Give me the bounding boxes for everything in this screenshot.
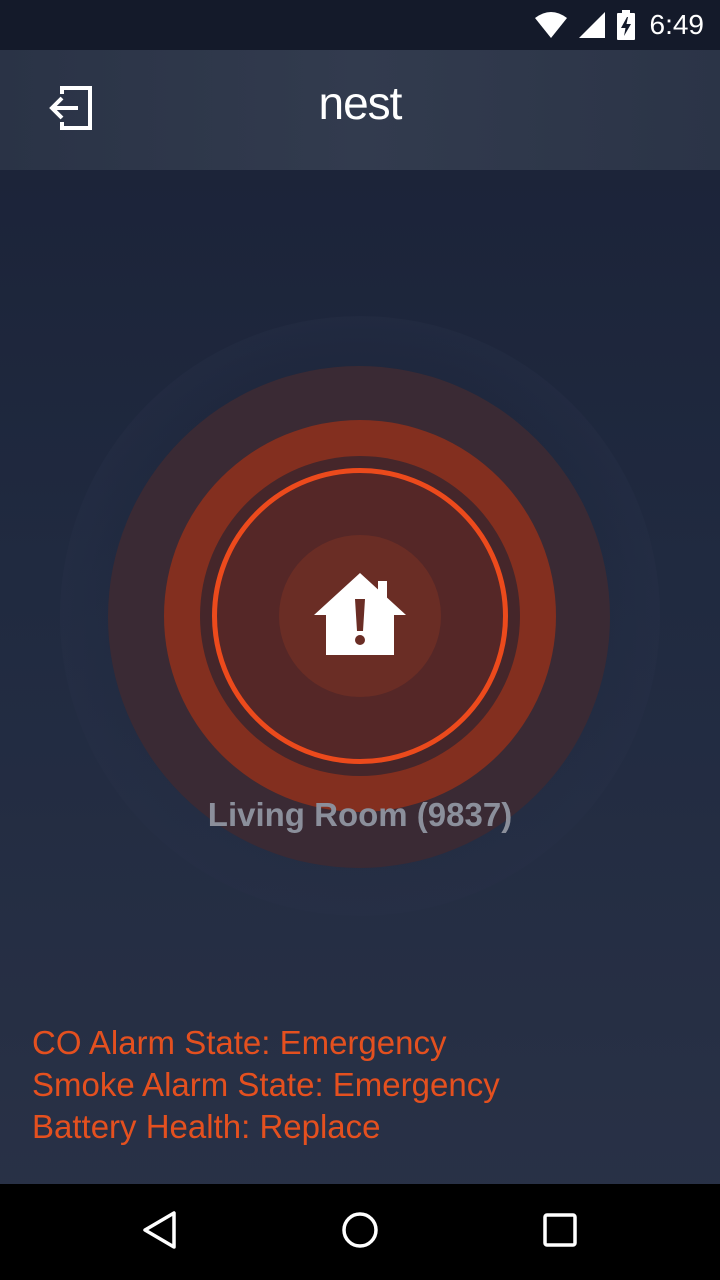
home-icon [340, 1210, 380, 1254]
status-time: 6:49 [649, 9, 705, 40]
house-alert-icon [312, 569, 408, 663]
room-label: Living Room (9837) [207, 796, 513, 833]
alarm-device-button[interactable] [279, 535, 441, 697]
app-bar: nest [0, 50, 720, 170]
battery-health: Battery Health: Replace [32, 1108, 381, 1145]
co-alarm-state: CO Alarm State: Emergency [32, 1024, 447, 1061]
battery-charging-icon [616, 10, 636, 40]
smoke-alarm-state: Smoke Alarm State: Emergency [32, 1066, 500, 1103]
back-button[interactable] [132, 1208, 188, 1256]
recents-icon [540, 1210, 580, 1254]
recents-button[interactable] [532, 1208, 588, 1256]
alarm-status-list: CO Alarm State: Emergency Smoke Alarm St… [32, 1022, 500, 1148]
home-button[interactable] [332, 1208, 388, 1256]
status-bar: 6:49 [0, 0, 720, 50]
wifi-icon [534, 11, 568, 39]
nest-logo: nest [318, 77, 403, 129]
cell-signal-icon [578, 11, 606, 39]
screen: 6:49 nest Living Room (9837) CO Alarm St… [0, 0, 720, 1280]
nav-bar [0, 1184, 720, 1280]
back-icon [140, 1210, 180, 1254]
